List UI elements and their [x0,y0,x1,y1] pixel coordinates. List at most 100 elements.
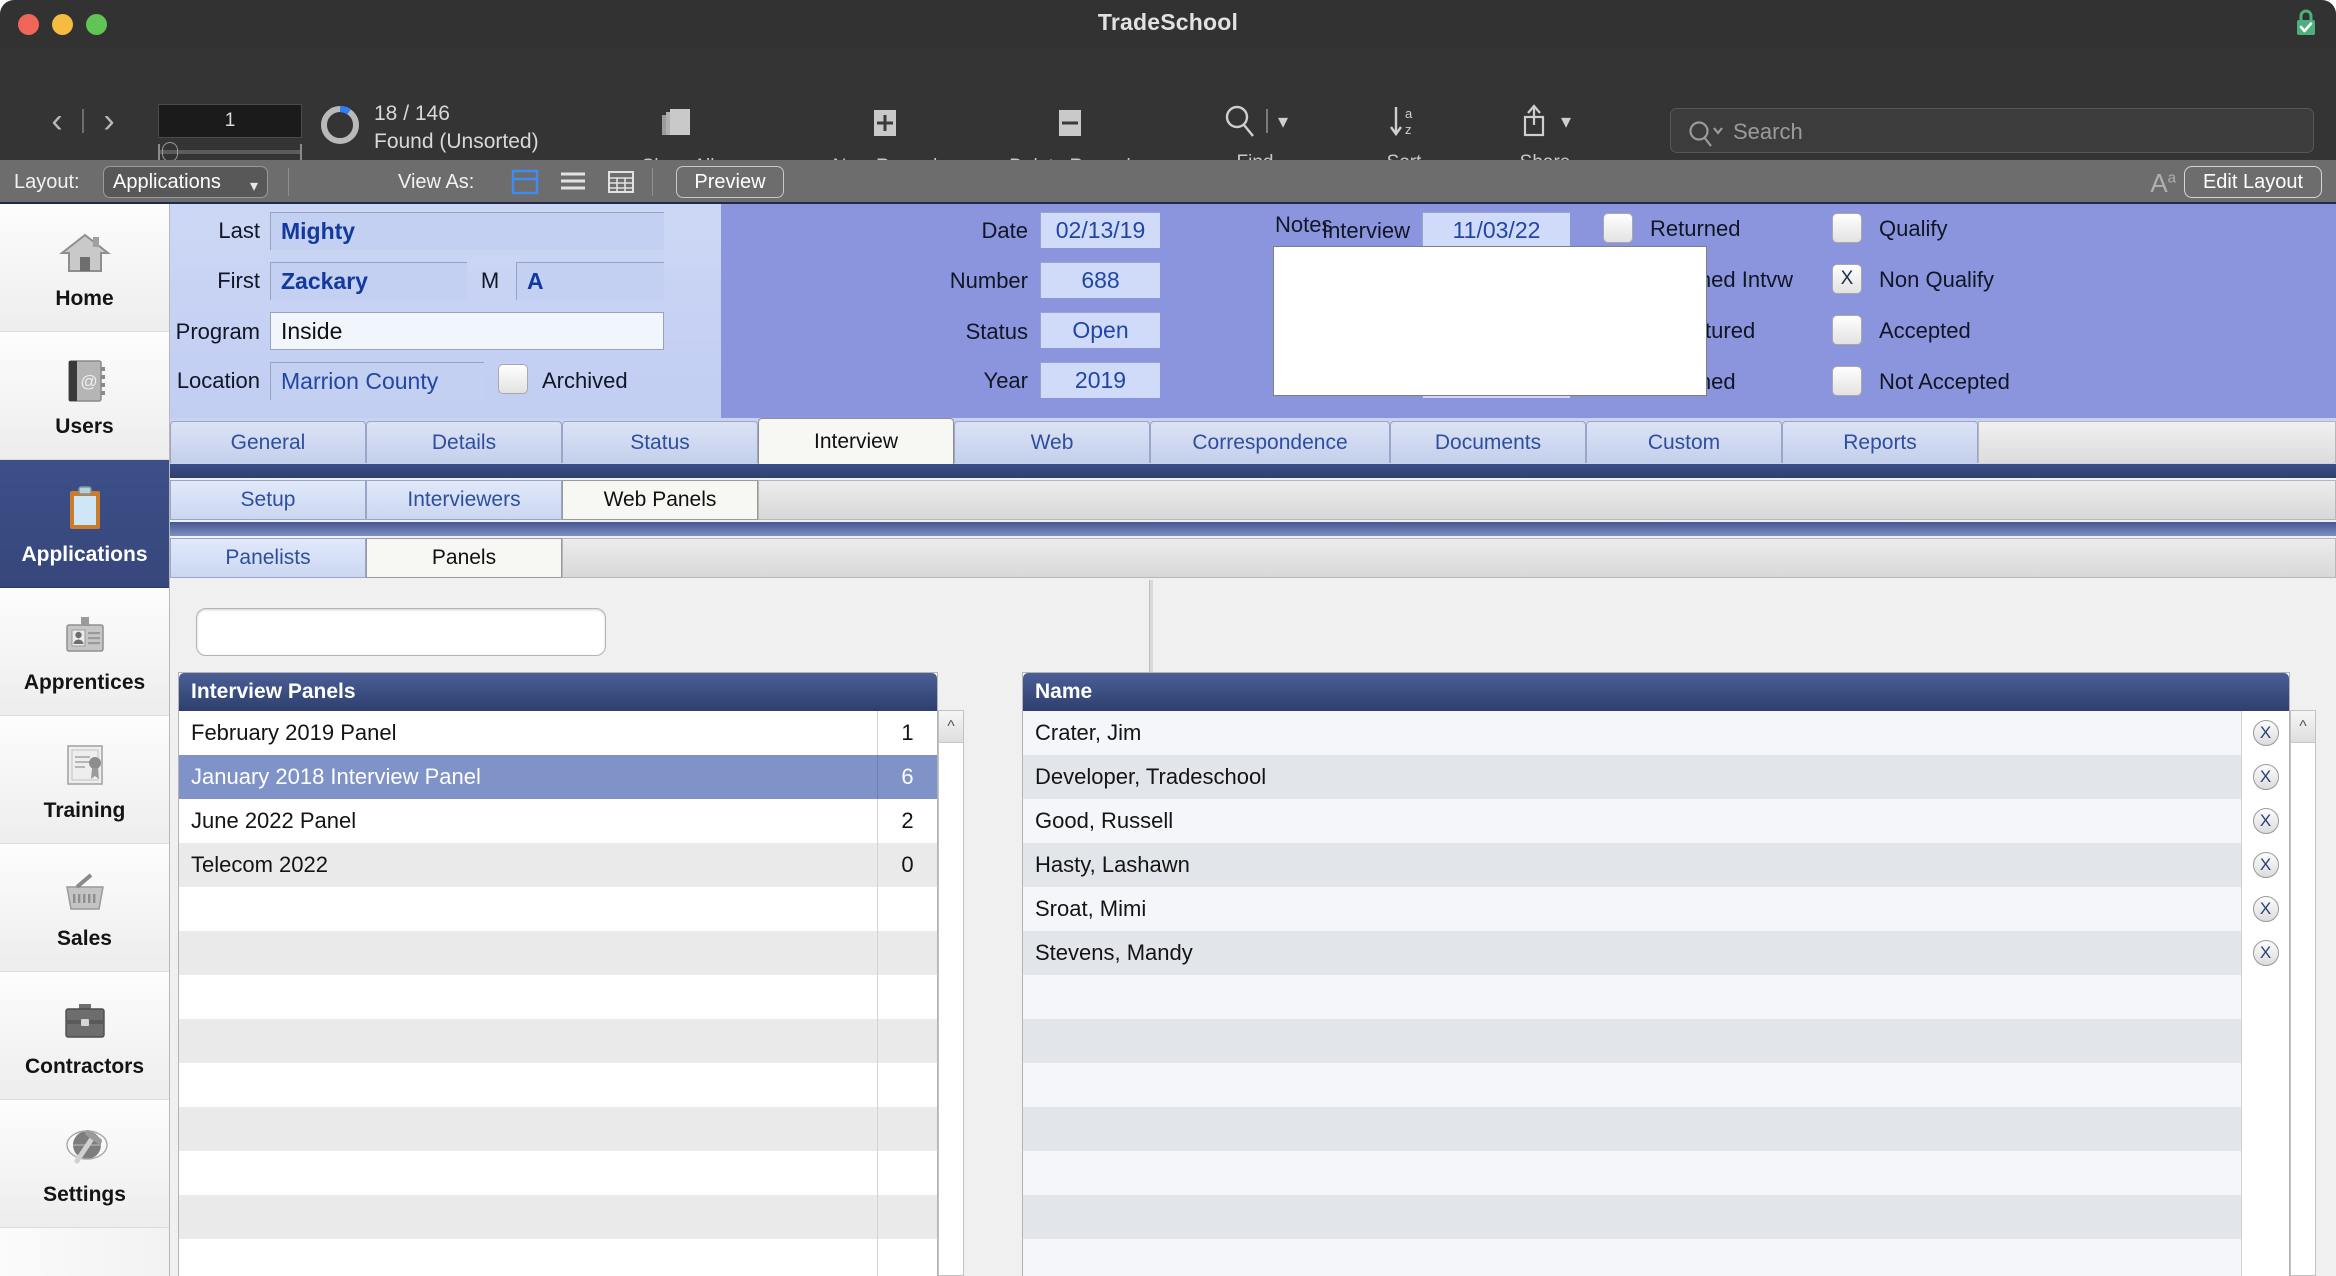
program-field[interactable]: Inside [270,312,664,350]
edit-layout-button[interactable]: Edit Layout [2184,166,2322,198]
tab-details[interactable]: Details [366,421,562,463]
preview-button[interactable]: Preview [676,166,784,198]
list-item[interactable]: Developer, Tradeschool X [1023,755,2289,799]
table-row[interactable]: January 2018 Interview Panel 6 [179,755,937,799]
list-item[interactable]: Good, Russell X [1023,799,2289,843]
table-row-empty[interactable] [179,975,937,1019]
remove-member-button[interactable]: X [2252,808,2279,834]
tab-correspondence[interactable]: Correspondence [1150,421,1390,463]
layout-select[interactable]: Applications ▾ [103,166,268,198]
tab-status[interactable]: Status [562,421,758,463]
location-label: Location [176,368,260,393]
search-icon [1689,121,1723,147]
sidebar-item-home[interactable]: Home [0,204,169,332]
first-field[interactable]: Zackary [270,262,467,300]
list-item[interactable]: Sroat, Mimi X [1023,887,2289,931]
members-scrollbar[interactable]: ^ [2290,710,2316,1276]
middle-initial-field[interactable]: A [516,262,664,300]
sidebar-item-training[interactable]: Training [0,716,169,844]
scroll-up-icon[interactable]: ^ [939,711,963,743]
interview-field[interactable]: 11/03/22 [1422,212,1570,248]
next-record-icon[interactable]: › [90,104,128,138]
last-field[interactable]: Mighty [270,212,664,250]
panel-name: January 2018 Interview Panel [191,764,481,789]
list-item-empty[interactable] [1023,975,2289,1019]
accepted-checkbox[interactable] [1832,315,1862,345]
panel-search-input[interactable] [196,608,606,656]
not-accepted-checkbox[interactable] [1832,366,1862,396]
form-view-icon[interactable] [510,168,540,196]
remove-member-button[interactable]: X [2252,852,2279,878]
list-item-empty[interactable] [1023,1063,2289,1107]
subtab-setup[interactable]: Setup [170,480,366,520]
sidebar-item-applications[interactable]: Applications [0,460,169,588]
table-row[interactable]: February 2019 Panel 1 [179,711,937,755]
sidebar-nav: Home @ Users Applications Apprentices Tr… [0,204,170,1276]
record-number-input[interactable]: 1 [158,104,302,138]
list-item-empty[interactable] [1023,1107,2289,1151]
remove-member-button[interactable]: X [2252,896,2279,922]
qualify-checkbox[interactable] [1832,213,1862,243]
interview-panels-list: Interview Panels February 2019 Panel 1 J… [178,672,938,1276]
subsubtab-panels[interactable]: Panels [366,538,562,578]
search-input[interactable]: Search [1670,108,2314,153]
share-arrow-icon [1523,104,1545,137]
table-row-empty[interactable] [179,931,937,975]
list-item[interactable]: Stevens, Mandy X [1023,931,2289,975]
list-item-empty[interactable] [1023,1019,2289,1063]
panel-count: 0 [877,843,937,887]
table-row-empty[interactable] [179,1063,937,1107]
find-chevron-down-icon[interactable]: ▾ [1278,109,1288,134]
table-row-empty[interactable] [179,1195,937,1239]
list-item[interactable]: Hasty, Lashawn X [1023,843,2289,887]
last-label: Last [218,218,260,243]
notes-textarea[interactable] [1273,246,1707,396]
table-row[interactable]: June 2022 Panel 2 [179,799,937,843]
previous-record-icon[interactable]: ‹ [38,104,76,138]
table-row-empty[interactable] [179,1151,937,1195]
non-qualify-checkbox[interactable]: X [1832,264,1862,294]
location-field[interactable]: Marrion County [270,362,484,400]
found-status: Found (Unsorted) [374,130,539,153]
panels-scrollbar[interactable]: ^ [938,710,964,1276]
table-row[interactable]: Telecom 2022 0 [179,843,937,887]
remove-member-button[interactable]: X [2252,764,2279,790]
table-row-empty[interactable] [179,1239,937,1276]
list-item-empty[interactable] [1023,1239,2289,1276]
share-chevron-down-icon[interactable]: ▾ [1561,109,1571,134]
tab-reports[interactable]: Reports [1782,421,1978,463]
sidebar-item-settings[interactable]: Settings [0,1100,169,1228]
tab-general[interactable]: General [170,421,366,463]
secondary-tab-bar: Setup Interviewers Web Panels [170,478,2336,522]
member-name: Stevens, Mandy [1035,940,1193,965]
tab-documents[interactable]: Documents [1390,421,1586,463]
table-row-empty[interactable] [179,1107,937,1151]
subtab-interviewers[interactable]: Interviewers [366,480,562,520]
sidebar-item-contractors[interactable]: Contractors [0,972,169,1100]
subtab-web-panels[interactable]: Web Panels [562,480,758,520]
list-item[interactable]: Crater, Jim X [1023,711,2289,755]
subsubtab-panelists[interactable]: Panelists [170,538,366,578]
returned-checkbox[interactable] [1603,213,1633,243]
briefcase-icon [57,993,113,1049]
sidebar-item-users[interactable]: @ Users [0,332,169,460]
remove-member-button[interactable]: X [2252,940,2279,966]
table-row-empty[interactable] [179,1019,937,1063]
list-item-empty[interactable] [1023,1151,2289,1195]
tab-web[interactable]: Web [954,421,1150,463]
font-size-icon[interactable]: Aa [2150,168,2176,199]
table-row-empty[interactable] [179,887,937,931]
slider-thumb[interactable] [162,142,178,162]
tab-interview[interactable]: Interview [758,418,954,464]
tab-custom[interactable]: Custom [1586,421,1782,463]
remove-member-button[interactable]: X [2252,720,2279,746]
sidebar-item-sales[interactable]: Sales [0,844,169,972]
table-view-icon[interactable] [606,168,636,196]
scroll-up-icon[interactable]: ^ [2291,711,2315,743]
sidebar-item-apprentices[interactable]: Apprentices [0,588,169,716]
record-navigation[interactable]: ‹ › [38,104,128,138]
list-item-empty[interactable] [1023,1195,2289,1239]
archived-checkbox[interactable] [498,364,528,394]
list-view-icon[interactable] [558,168,588,196]
record-slider[interactable] [158,140,302,162]
